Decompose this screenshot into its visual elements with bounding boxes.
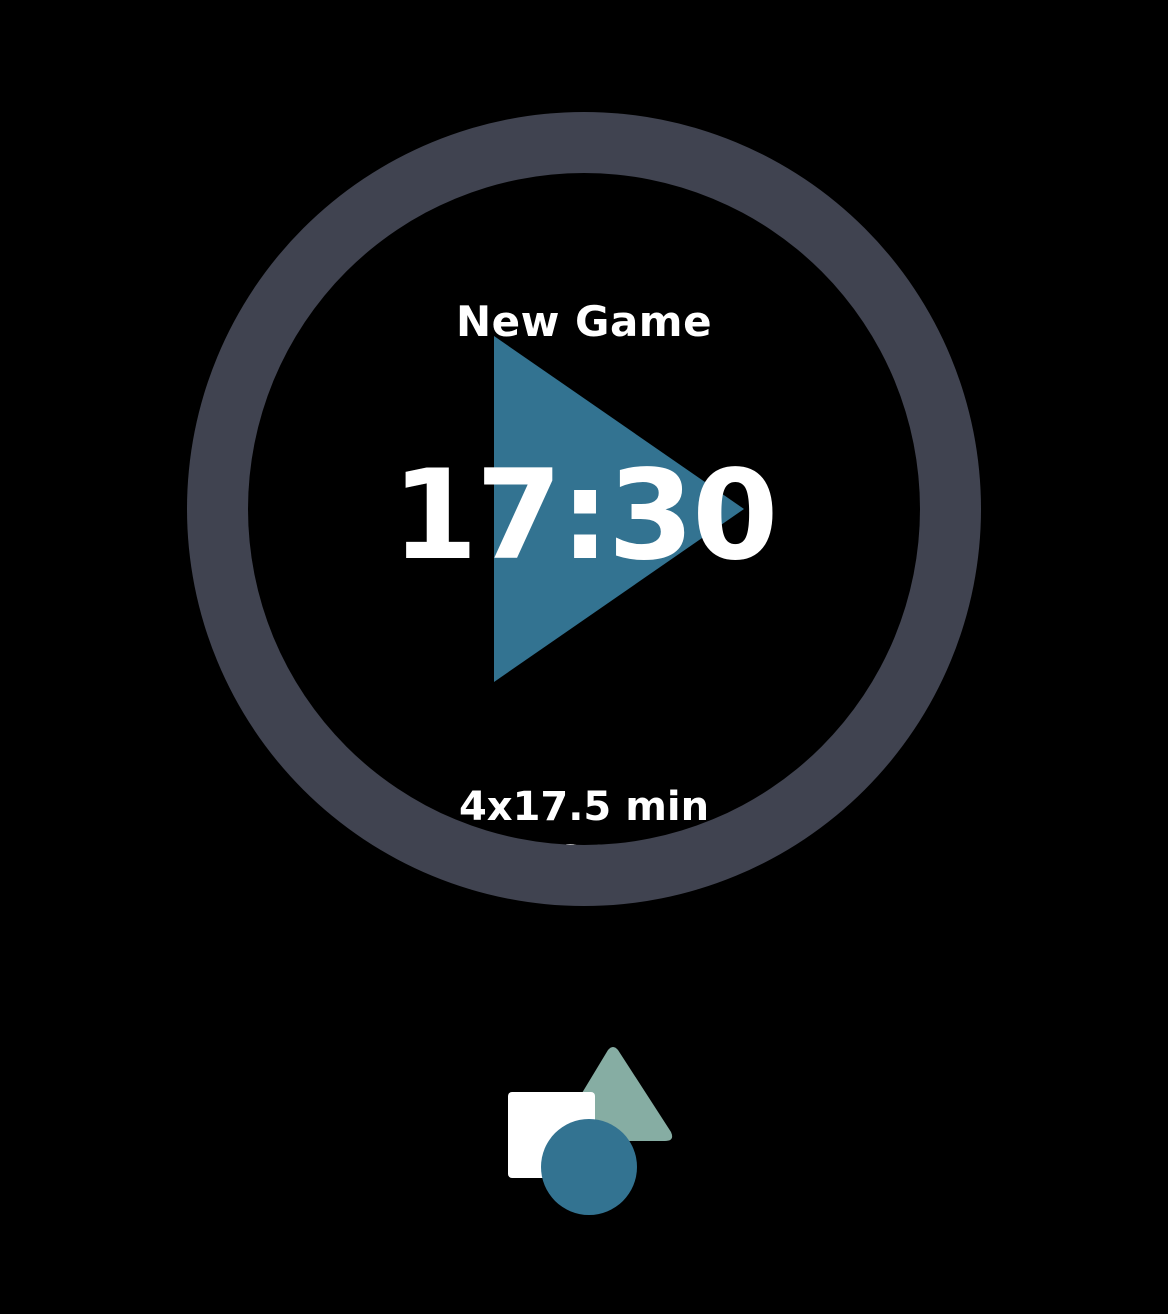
clock-face: New Game 17:30 4x17.5 min Q1 — [248, 173, 920, 845]
game-clock: 17:30 — [391, 444, 779, 588]
game-title: New Game — [455, 297, 713, 346]
game-format: 4x17.5 min — [458, 784, 710, 830]
current-quarter: Q1 — [248, 837, 920, 845]
shapes-icon[interactable] — [505, 1045, 675, 1220]
start-game-button[interactable]: New Game 17:30 4x17.5 min Q1 — [187, 112, 981, 906]
game-screen: New Game 17:30 4x17.5 min Q1 — [0, 0, 1168, 1314]
